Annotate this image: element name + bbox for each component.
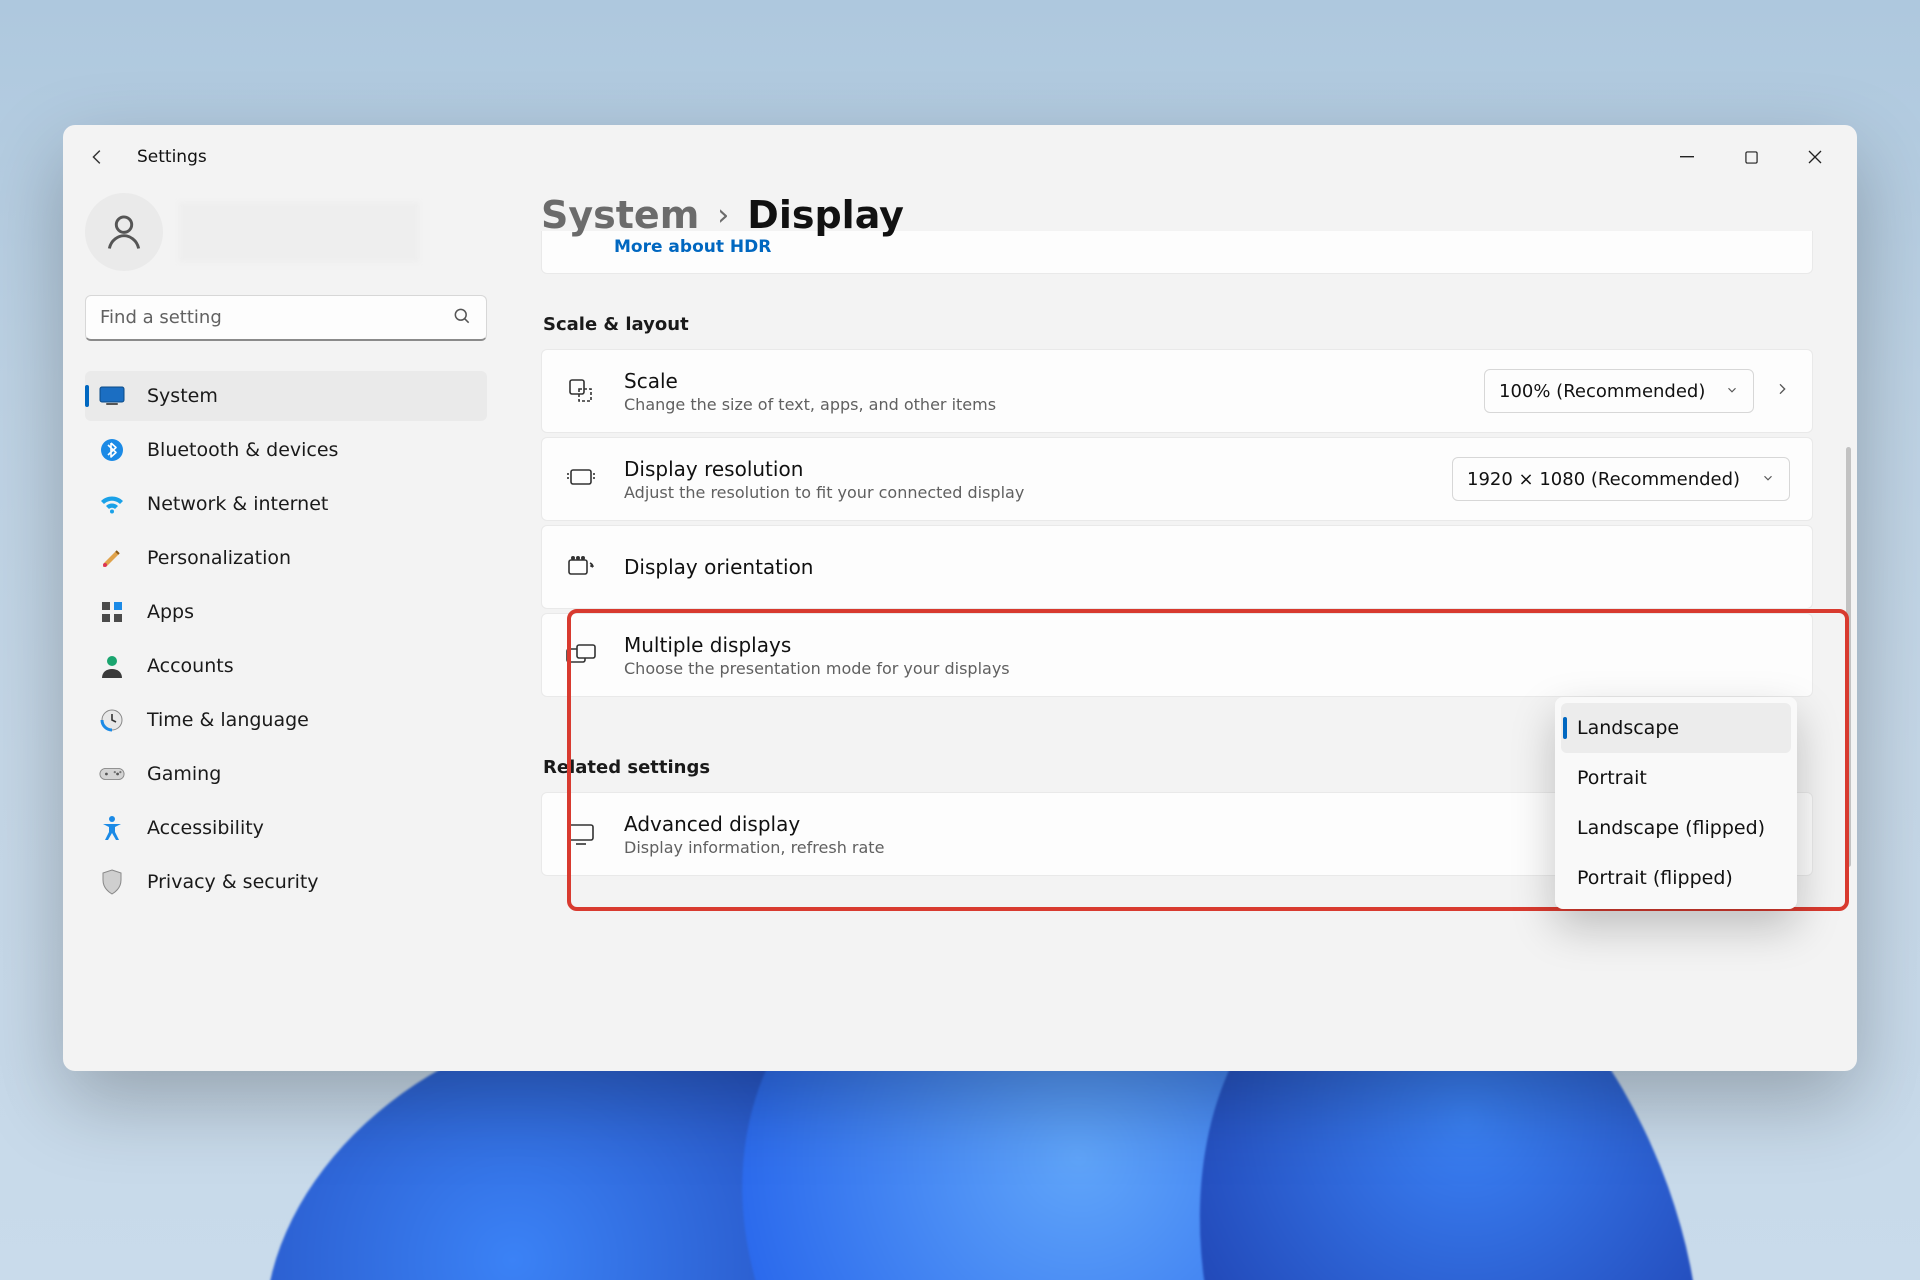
- chevron-down-icon: [1725, 381, 1739, 402]
- sidebar-item-network[interactable]: Network & internet: [85, 479, 487, 529]
- card-multiple-displays[interactable]: Multiple displays Choose the presentatio…: [541, 613, 1813, 697]
- sidebar-item-label: System: [147, 385, 218, 407]
- card-title: Scale: [624, 369, 1458, 393]
- orientation-icon: [564, 550, 598, 584]
- sidebar-item-gaming[interactable]: Gaming: [85, 749, 487, 799]
- orientation-option-portrait[interactable]: Portrait: [1561, 753, 1791, 803]
- card-orientation[interactable]: Display orientation: [541, 525, 1813, 609]
- avatar-icon: [85, 193, 163, 271]
- sidebar-item-label: Apps: [147, 601, 194, 623]
- breadcrumb-current: Display: [747, 193, 904, 237]
- shield-icon: [99, 869, 125, 895]
- sidebar-item-label: Accounts: [147, 655, 234, 677]
- monitor-icon: [564, 817, 598, 851]
- orientation-option-landscape[interactable]: Landscape: [1561, 703, 1791, 753]
- section-scale-layout: Scale & layout: [543, 314, 1813, 335]
- search-icon: [452, 306, 472, 330]
- maximize-button[interactable]: [1719, 134, 1783, 180]
- sidebar-item-label: Gaming: [147, 763, 221, 785]
- close-button[interactable]: [1783, 134, 1847, 180]
- card-subtitle: Change the size of text, apps, and other…: [624, 395, 1458, 414]
- content-area: System › Display More about HDR Scale & …: [509, 189, 1857, 1071]
- sidebar-item-privacy[interactable]: Privacy & security: [85, 857, 487, 907]
- card-title: Multiple displays: [624, 633, 1790, 657]
- search-box[interactable]: [85, 295, 487, 341]
- sidebar-item-label: Accessibility: [147, 817, 264, 839]
- scale-icon: [564, 374, 598, 408]
- orientation-dropdown-menu: Landscape Portrait Landscape (flipped) P…: [1555, 697, 1797, 909]
- sidebar-item-accessibility[interactable]: Accessibility: [85, 803, 487, 853]
- sidebar: System Bluetooth & devices Network & int…: [63, 189, 509, 1071]
- sidebar-item-time[interactable]: Time & language: [85, 695, 487, 745]
- scale-dropdown[interactable]: 100% (Recommended): [1484, 369, 1754, 413]
- resolution-dropdown[interactable]: 1920 × 1080 (Recommended): [1452, 457, 1790, 501]
- sidebar-item-system[interactable]: System: [85, 371, 487, 421]
- bluetooth-icon: [99, 437, 125, 463]
- sidebar-item-label: Time & language: [147, 709, 309, 731]
- hdr-more-link[interactable]: More about HDR: [614, 237, 771, 257]
- sidebar-item-label: Bluetooth & devices: [147, 439, 338, 461]
- clock-icon: [99, 707, 125, 733]
- profile-block[interactable]: [85, 193, 487, 271]
- wifi-icon: [99, 491, 125, 517]
- back-button[interactable]: [83, 142, 113, 172]
- card-scale[interactable]: Scale Change the size of text, apps, and…: [541, 349, 1813, 433]
- hdr-card-fragment[interactable]: More about HDR: [541, 231, 1813, 274]
- apps-icon: [99, 599, 125, 625]
- search-input[interactable]: [100, 307, 452, 328]
- sidebar-item-label: Network & internet: [147, 493, 328, 515]
- orientation-option-portrait-flipped[interactable]: Portrait (flipped): [1561, 853, 1791, 903]
- resolution-icon: [564, 462, 598, 496]
- app-title: Settings: [137, 147, 207, 167]
- dropdown-value: 1920 × 1080 (Recommended): [1467, 469, 1740, 490]
- chevron-down-icon: [1761, 469, 1775, 490]
- minimize-button[interactable]: [1655, 134, 1719, 180]
- card-subtitle: Adjust the resolution to fit your connec…: [624, 483, 1426, 502]
- card-subtitle: Choose the presentation mode for your di…: [624, 659, 1790, 678]
- accessibility-icon: [99, 815, 125, 841]
- titlebar: Settings: [63, 125, 1857, 189]
- brush-icon: [99, 545, 125, 571]
- breadcrumb-parent[interactable]: System: [541, 193, 699, 237]
- sidebar-item-bluetooth[interactable]: Bluetooth & devices: [85, 425, 487, 475]
- multiple-displays-icon: [564, 638, 598, 672]
- accounts-icon: [99, 653, 125, 679]
- gaming-icon: [99, 761, 125, 787]
- sidebar-item-label: Personalization: [147, 547, 291, 569]
- sidebar-item-label: Privacy & security: [147, 871, 319, 893]
- card-resolution[interactable]: Display resolution Adjust the resolution…: [541, 437, 1813, 521]
- orientation-option-landscape-flipped[interactable]: Landscape (flipped): [1561, 803, 1791, 853]
- chevron-right-icon: [1774, 381, 1790, 401]
- scrollbar-thumb[interactable]: [1846, 447, 1851, 867]
- profile-name-redacted: [179, 202, 419, 262]
- sidebar-item-apps[interactable]: Apps: [85, 587, 487, 637]
- card-title: Display resolution: [624, 457, 1426, 481]
- card-title: Display orientation: [624, 555, 1790, 579]
- system-icon: [99, 383, 125, 409]
- settings-window: Settings: [63, 125, 1857, 1071]
- dropdown-value: 100% (Recommended): [1499, 381, 1705, 402]
- sidebar-item-accounts[interactable]: Accounts: [85, 641, 487, 691]
- chevron-right-icon: ›: [717, 198, 729, 233]
- sidebar-item-personalization[interactable]: Personalization: [85, 533, 487, 583]
